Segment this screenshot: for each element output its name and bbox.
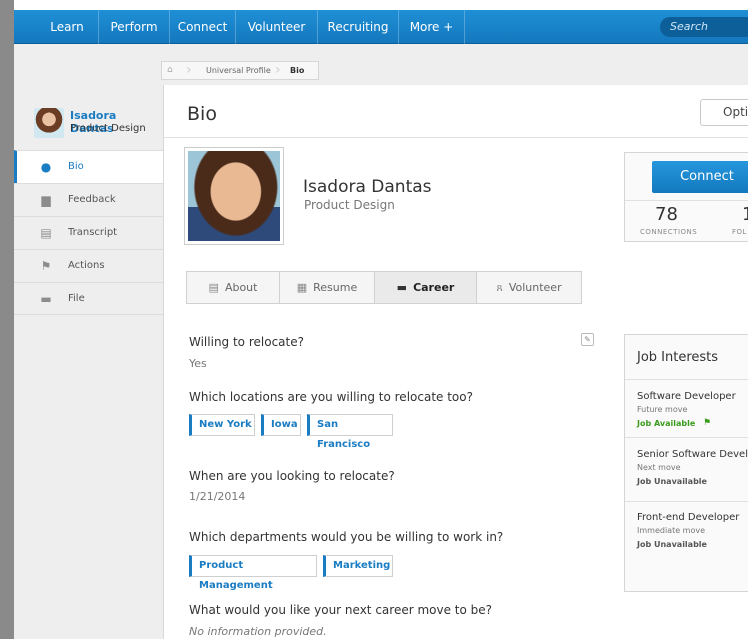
tab-label: Career: [413, 281, 455, 294]
chevron-right-icon: ›: [186, 62, 192, 78]
page-title: Bio: [187, 103, 217, 125]
tag-product-management[interactable]: Product Management: [189, 555, 317, 591]
document-icon: ▦: [296, 281, 308, 294]
question-departments: Which departments would you be willing t…: [189, 530, 504, 544]
connections-count[interactable]: 78: [655, 204, 678, 225]
job-title[interactable]: Senior Software Devel: [637, 449, 748, 460]
chevron-right-icon: ›: [275, 62, 281, 78]
job-status: Job Unavailable: [637, 540, 707, 549]
tab-label: About: [224, 281, 258, 294]
main-panel: Bio Opti Isadora Dantas Product Design C…: [163, 85, 748, 639]
job-title[interactable]: Software Developer: [637, 391, 736, 402]
breadcrumb: ⌂ › Universal Profile › Bio: [161, 61, 319, 80]
top-navigation-bar: Learn Perform Connect Volunteer Recruiti…: [14, 10, 748, 44]
connect-button[interactable]: Connect: [652, 161, 748, 193]
briefcase-icon: ▬: [396, 281, 408, 294]
job-status: Job Available: [637, 419, 696, 428]
question-willing-to-relocate: Willing to relocate?: [189, 335, 304, 349]
person-icon: ●: [40, 160, 52, 174]
id-card-icon: ▤: [208, 281, 219, 294]
folder-icon: ▬: [40, 292, 52, 306]
nav-recruiting[interactable]: Recruiting: [318, 10, 398, 44]
followers-label: FOL: [732, 228, 747, 236]
sidebar-item-feedback[interactable]: ▆ Feedback: [14, 183, 163, 216]
question-next-career-move: What would you like your next career mov…: [189, 603, 493, 617]
profile-photo-image: [188, 151, 280, 241]
nav-learn[interactable]: Learn: [36, 10, 98, 44]
flag-icon: ⚑: [40, 259, 52, 273]
job-move: Future move: [637, 405, 688, 414]
profile-role: Product Design: [304, 198, 395, 212]
avatar[interactable]: [34, 108, 64, 138]
question-relocate-locations: Which locations are you willing to reloc…: [189, 390, 473, 404]
nav-divider: [464, 10, 465, 44]
job-status: Job Unavailable: [637, 477, 707, 486]
divider: [625, 501, 748, 502]
sidebar-item-file[interactable]: ▬ File: [14, 282, 163, 315]
followers-count[interactable]: 1: [742, 204, 748, 225]
nav-connect[interactable]: Connect: [170, 10, 235, 44]
job-interests-title: Job Interests: [637, 350, 719, 365]
job-interests-card: Job Interests Software Developer Future …: [624, 334, 748, 592]
nav-perform[interactable]: Perform: [99, 10, 169, 44]
sidebar-item-bio[interactable]: ● Bio: [14, 150, 164, 183]
sidebar-item-label: Bio: [68, 161, 84, 172]
nav-volunteer[interactable]: Volunteer: [236, 10, 317, 44]
sidebar-item-transcript[interactable]: ▤ Transcript: [14, 216, 163, 249]
flag-icon: ⚑: [703, 418, 712, 428]
sidebar-nav: ● Bio ▆ Feedback ▤ Transcript ⚑ Actions …: [14, 150, 164, 315]
divider: [164, 137, 748, 138]
nav-more[interactable]: More +: [399, 10, 464, 44]
sidebar-profile[interactable]: Isadora Dantas Product Design: [14, 93, 163, 150]
sidebar-item-actions[interactable]: ⚑ Actions: [14, 249, 163, 282]
chat-icon: ▆: [41, 193, 51, 207]
tab-resume[interactable]: ▦ Resume: [280, 271, 375, 304]
tag-iowa[interactable]: Iowa: [261, 414, 301, 436]
question-relocate-when: When are you looking to relocate?: [189, 469, 395, 483]
breadcrumb-bio: Bio: [290, 66, 305, 75]
window-left-edge: [0, 0, 14, 639]
divider: [625, 437, 748, 438]
answer-willing-to-relocate: Yes: [189, 357, 207, 370]
answer-next-career-move: No information provided.: [189, 625, 327, 638]
profile-photo[interactable]: [184, 147, 284, 245]
tag-marketing[interactable]: Marketing: [323, 555, 393, 577]
tag-san-francisco[interactable]: San Francisco: [307, 414, 393, 450]
tab-label: Resume: [313, 281, 358, 294]
breadcrumb-universal-profile[interactable]: Universal Profile: [206, 66, 271, 75]
search-input[interactable]: Search: [660, 17, 748, 37]
connect-card: Connect 78 CONNECTIONS 1 FOL: [624, 152, 748, 242]
profile-tabs: ▤ About ▦ Resume ▬ Career ጸ Volunteer: [186, 271, 582, 304]
tag-new-york[interactable]: New York: [189, 414, 255, 436]
tab-about[interactable]: ▤ About: [186, 271, 280, 304]
page: Learn Perform Connect Volunteer Recruiti…: [0, 0, 748, 639]
profile-name: Isadora Dantas: [303, 177, 432, 197]
edit-icon[interactable]: ✎: [581, 333, 594, 346]
tab-volunteer[interactable]: ጸ Volunteer: [477, 271, 582, 304]
tab-label: Volunteer: [508, 281, 562, 294]
answer-relocate-when: 1/21/2014: [189, 490, 246, 503]
sidebar-item-label: Transcript: [68, 227, 118, 238]
divider: [625, 200, 748, 201]
home-icon[interactable]: ⌂: [167, 65, 179, 77]
sidebar-item-label: Actions: [68, 260, 105, 271]
sidebar-item-label: File: [68, 293, 85, 304]
divider: [625, 379, 748, 380]
job-title[interactable]: Front-end Developer: [637, 512, 739, 523]
connections-label: CONNECTIONS: [640, 228, 698, 236]
window-top-edge: [0, 0, 748, 10]
job-move: Next move: [637, 463, 681, 472]
tab-career[interactable]: ▬ Career: [375, 271, 477, 304]
options-button[interactable]: Opti: [700, 99, 748, 126]
sidebar-item-label: Feedback: [68, 194, 116, 205]
sidebar-user-role: Product Design: [70, 123, 146, 134]
id-card-icon: ▤: [40, 226, 52, 240]
ribbon-icon: ጸ: [496, 281, 503, 294]
job-move: Immediate move: [637, 526, 706, 535]
